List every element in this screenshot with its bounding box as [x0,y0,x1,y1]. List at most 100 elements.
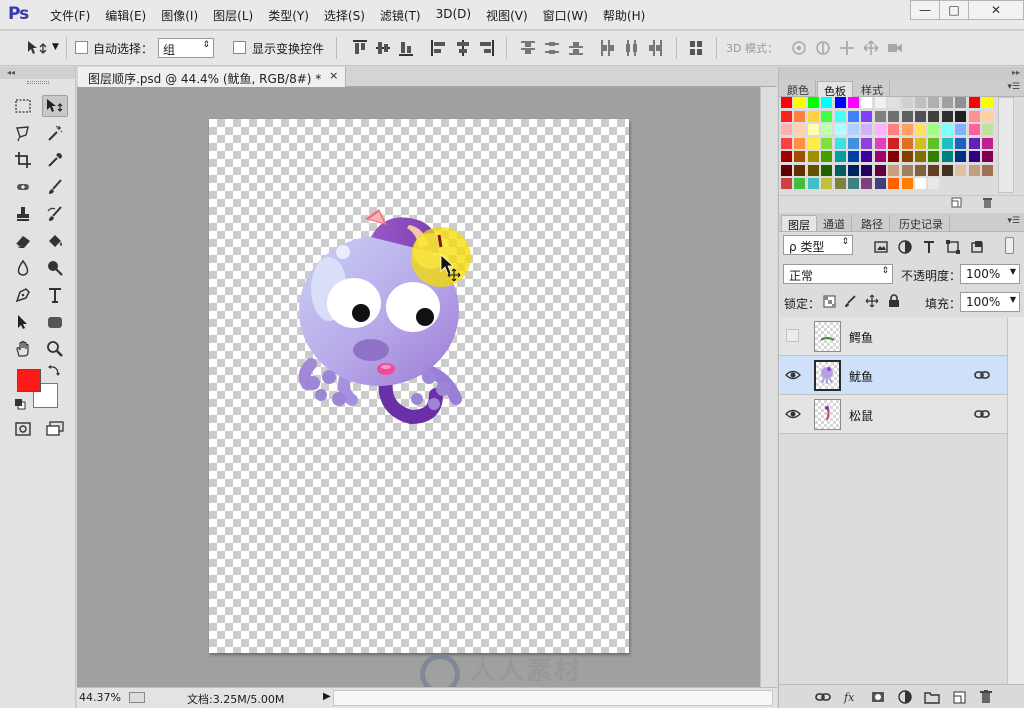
color-swatch[interactable] [834,151,846,162]
color-swatch[interactable] [968,164,980,176]
color-swatch[interactable] [968,110,980,122]
horizontal-scrollbar[interactable] [333,690,773,706]
dock-collapse-icon[interactable]: ▸▸ [779,67,1024,79]
color-swatch[interactable] [968,137,980,149]
color-swatch[interactable] [955,124,967,135]
eye-icon[interactable] [785,407,801,421]
blur-icon[interactable] [10,257,36,279]
color-swatch[interactable] [955,97,967,108]
color-swatch[interactable] [821,97,833,108]
color-swatch[interactable] [807,164,819,176]
tab-color[interactable]: 颜色 [781,81,816,97]
color-swatch[interactable] [834,110,846,122]
tab-history[interactable]: 历史记录 [893,215,950,231]
toolbox-grip[interactable] [27,81,49,84]
color-swatch[interactable] [861,124,873,135]
hand-icon[interactable] [10,338,36,360]
canvas[interactable] [209,119,629,653]
color-swatch[interactable] [861,164,873,176]
layer-thumbnail-crocodile[interactable] [814,321,841,352]
distribute-right-icon[interactable] [647,39,663,57]
menu-edit[interactable]: 编辑(E) [105,7,146,24]
color-swatch[interactable] [888,97,900,108]
preset-dropdown-arrow[interactable]: ▼ [52,42,59,52]
color-swatch[interactable] [861,110,873,122]
color-swatch[interactable] [834,178,846,189]
tab-layers[interactable]: 图层 [781,215,817,232]
distribute-bottom-icon[interactable] [568,39,584,57]
menu-type[interactable]: 类型(Y) [268,7,309,24]
color-swatch[interactable] [781,178,792,189]
color-swatch[interactable] [901,164,913,176]
eraser-icon[interactable] [10,230,36,252]
menu-image[interactable]: 图像(I) [161,7,198,24]
filter-type-icon[interactable] [921,239,937,255]
move-tool-preset-icon[interactable] [26,39,48,57]
color-swatch[interactable] [861,97,873,108]
brush-icon[interactable] [42,176,68,198]
layer-name[interactable]: 松鼠 [849,407,873,424]
foreground-color-swatch[interactable] [17,369,41,392]
color-swatch[interactable] [941,164,953,176]
zoom-level[interactable]: 44.37% [79,691,121,704]
layer-row-squid[interactable]: 鱿鱼 [779,356,1007,395]
history-brush-icon[interactable] [42,203,68,225]
color-swatch[interactable] [982,137,993,149]
menu-3d[interactable]: 3D(D) [436,7,471,24]
color-swatch[interactable] [915,97,926,108]
color-swatch[interactable] [982,97,993,108]
menu-select[interactable]: 选择(S) [324,7,365,24]
layer-row-crocodile[interactable]: 鳄鱼 [779,317,1007,356]
canvas-viewport[interactable] [77,87,760,687]
quick-mask-icon[interactable] [10,418,36,440]
paint-bucket-icon[interactable] [42,230,68,252]
menu-window[interactable]: 窗口(W) [543,7,588,24]
panel-menu-icon[interactable]: ▾☰ [1007,82,1020,92]
color-swatch[interactable] [928,137,940,149]
color-swatch[interactable] [968,124,980,135]
color-swatch[interactable] [821,110,833,122]
align-bottom-icon[interactable] [398,39,414,57]
color-swatch[interactable] [955,110,967,122]
filter-shape-icon[interactable] [945,239,961,255]
color-swatch[interactable] [874,151,886,162]
filter-adjustment-icon[interactable] [897,239,913,255]
close-tab-icon[interactable]: × [329,69,338,82]
eye-icon[interactable] [785,368,801,382]
layer-filter-dropdown[interactable]: ρ 类型 ⇕ [783,235,853,255]
color-swatch[interactable] [874,137,886,149]
link-icon[interactable] [974,407,990,421]
color-swatch[interactable] [807,151,819,162]
layers-menu-icon[interactable]: ▾☰ [1007,216,1020,226]
color-swatch[interactable] [821,137,833,149]
color-swatch[interactable] [982,110,993,122]
menu-layer[interactable]: 图层(L) [213,7,253,24]
auto-select-checkbox[interactable] [75,41,88,54]
color-swatch[interactable] [794,137,806,149]
color-swatch[interactable] [874,110,886,122]
color-swatch[interactable] [888,151,900,162]
color-swatch[interactable] [821,178,833,189]
color-swatch[interactable] [874,164,886,176]
squid-artwork[interactable] [291,199,481,429]
tab-paths[interactable]: 路径 [855,215,890,231]
default-colors-icon[interactable] [14,398,26,410]
color-swatch[interactable] [794,110,806,122]
align-right-icon[interactable] [479,39,495,57]
color-swatch[interactable] [901,124,913,135]
swatch-scrollbar[interactable] [998,97,1014,193]
color-swatch[interactable] [874,178,886,189]
link-icon[interactable] [974,368,990,382]
color-swatch[interactable] [848,97,859,108]
link-layers-icon[interactable] [815,689,831,705]
color-swatch[interactable] [888,110,900,122]
align-left-icon[interactable] [430,39,446,57]
color-swatch[interactable] [928,97,940,108]
blend-mode-dropdown[interactable]: 正常 ⇕ [783,264,893,284]
status-info-icon[interactable] [129,692,145,703]
layer-name[interactable]: 鳄鱼 [849,329,873,346]
close-button[interactable]: ✕ [968,0,1024,20]
menu-file[interactable]: 文件(F) [50,7,90,24]
maximize-button[interactable]: □ [939,0,969,20]
rect-marquee-icon[interactable] [10,95,36,117]
